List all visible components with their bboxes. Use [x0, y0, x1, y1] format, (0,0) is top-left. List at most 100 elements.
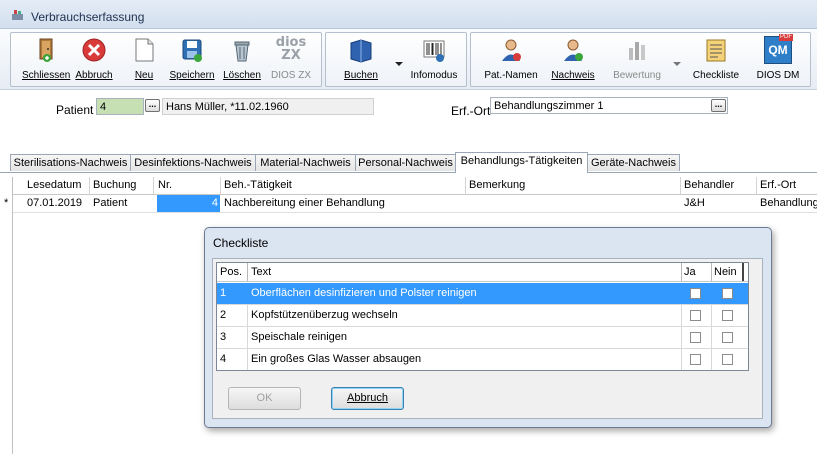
patient-name-field: Hans Müller, *11.02.1960: [162, 98, 374, 115]
dios-dm-icon: PDF QM: [764, 34, 793, 64]
checkliste-dialog: Checkliste Pos. Text Ja Nein 1 Oberfläch…: [204, 227, 772, 428]
bewertung-dropdown-arrow-icon[interactable]: [673, 62, 681, 66]
new-row-marker: *: [4, 197, 9, 209]
cell-lesedatum[interactable]: 07.01.2019: [27, 197, 82, 209]
row-pos: 4: [220, 353, 227, 365]
tab-material-nachweis[interactable]: Material-Nachweis: [255, 154, 356, 171]
tab-geraete-nachweis[interactable]: Geräte-Nachweis: [587, 154, 680, 171]
nachweis-button[interactable]: Nachweis: [548, 32, 598, 84]
erf-ort-field[interactable]: Behandlungszimmer 1: [490, 97, 728, 114]
abbruch-button-label: Abbruch: [347, 392, 388, 404]
tab-sterilisations-nachweis[interactable]: Sterilisations-Nachweis: [10, 154, 131, 171]
cell-buchung[interactable]: Patient: [93, 197, 127, 209]
ja-checkbox[interactable]: [690, 310, 701, 321]
nein-checkbox[interactable]: [722, 354, 733, 365]
col-nr[interactable]: Nr.: [158, 179, 172, 191]
nein-checkbox[interactable]: [722, 332, 733, 343]
dios-dm-button[interactable]: PDF QM DIOS DM: [752, 32, 804, 84]
bewertung-label: Bewertung: [613, 70, 661, 81]
col-separator: [465, 177, 466, 194]
patient-lookup-button[interactable]: ...: [145, 99, 160, 112]
row-text: Ein großes Glas Wasser absaugen: [251, 353, 422, 365]
nachweis-label: Nachweis: [551, 70, 595, 81]
erf-ort-label: Erf.-Ort: [451, 104, 491, 118]
ok-button[interactable]: OK: [228, 387, 301, 410]
patient-id-field[interactable]: 4: [96, 98, 144, 115]
col-separator: [153, 177, 154, 194]
col-separator: [681, 263, 682, 281]
exit-door-icon: [39, 38, 53, 62]
checklist-row[interactable]: 4 Ein großes Glas Wasser absaugen: [217, 349, 748, 370]
col-behandler[interactable]: Behandler: [684, 179, 734, 191]
col-text[interactable]: Text: [251, 266, 271, 278]
col-pos[interactable]: Pos.: [220, 266, 242, 278]
infomodus-button[interactable]: Infomodus: [408, 32, 460, 84]
checklist-header: Pos. Text Ja Nein: [217, 263, 748, 282]
cell-beh-taetigkeit[interactable]: Nachbereitung einer Behandlung: [224, 197, 385, 209]
proof-user-icon: [564, 39, 583, 61]
col-separator: [681, 327, 682, 348]
dios-zx-button[interactable]: dios ZX DIOS ZX: [266, 32, 316, 84]
rating-chart-icon: [629, 42, 645, 60]
dialog-body: Pos. Text Ja Nein 1 Oberflächen desinfiz…: [212, 258, 763, 419]
abbruch-button[interactable]: Abbruch: [331, 387, 404, 410]
neu-label: Neu: [134, 70, 154, 81]
checklist-table: Pos. Text Ja Nein 1 Oberflächen desinfiz…: [216, 262, 749, 371]
col-separator: [711, 349, 712, 370]
col-buchung[interactable]: Buchung: [93, 179, 136, 191]
schliessen-button[interactable]: Schliessen: [22, 32, 70, 84]
save-disk-icon: [182, 39, 202, 62]
erf-ort-lookup-button[interactable]: ...: [711, 99, 726, 112]
cell-erf-ort[interactable]: Behandlung: [760, 197, 817, 209]
ja-checkbox[interactable]: [690, 332, 701, 343]
toolbar: Schliessen Abbruch Neu Speichern Löschen…: [0, 29, 817, 90]
nein-checkbox[interactable]: [722, 288, 733, 299]
loeschen-label: Löschen: [223, 70, 261, 81]
ja-checkbox[interactable]: [690, 354, 701, 365]
row-pos: 1: [220, 287, 227, 299]
buchen-label: Buchen: [344, 70, 378, 81]
app-icon: [12, 10, 23, 20]
col-nein[interactable]: Nein: [714, 266, 737, 278]
qm-logo-text: QM: [768, 43, 788, 57]
cell-nr[interactable]: 4: [157, 197, 218, 209]
tab-desinfektions-nachweis[interactable]: Desinfektions-Nachweis: [130, 154, 256, 171]
col-bemerkung[interactable]: Bemerkung: [469, 179, 525, 191]
abbruch-toolbar-label: Abbruch: [75, 70, 113, 81]
col-separator: [247, 349, 248, 370]
tab-behandlungs-taetigkeiten[interactable]: Behandlungs-Tätigkeiten: [455, 152, 588, 173]
book-icon: [350, 39, 372, 63]
col-erf-ort[interactable]: Erf.-Ort: [760, 179, 796, 191]
col-separator: [681, 305, 682, 326]
title-bar: Verbrauchserfassung: [0, 0, 817, 29]
grid-header: Lesedatum Buchung Nr. Beh.-Tätigkeit Bem…: [13, 177, 817, 195]
loeschen-button[interactable]: Löschen: [220, 32, 264, 84]
infomodus-label: Infomodus: [410, 70, 458, 81]
buchen-button[interactable]: Buchen: [336, 32, 386, 84]
checkliste-button[interactable]: Checkliste: [692, 32, 740, 84]
window-title: Verbrauchserfassung: [31, 10, 145, 24]
nein-checkbox[interactable]: [722, 310, 733, 321]
pat-namen-button[interactable]: Pat.-Namen: [484, 32, 538, 84]
col-separator: [247, 327, 248, 348]
table-row[interactable]: 07.01.2019 Patient 4 Nachbereitung einer…: [13, 195, 817, 213]
checklist-row[interactable]: 3 Speischale reinigen: [217, 327, 748, 349]
tab-strip: Sterilisations-Nachweis Desinfektions-Na…: [0, 152, 817, 173]
col-lesedatum[interactable]: Lesedatum: [27, 179, 81, 191]
speichern-label: Speichern: [169, 70, 215, 81]
neu-button[interactable]: Neu: [124, 32, 164, 84]
abbruch-toolbar-button[interactable]: Abbruch: [72, 32, 116, 84]
ja-checkbox[interactable]: [690, 288, 701, 299]
checklist-row[interactable]: 2 Kopfstützenüberzug wechseln: [217, 305, 748, 327]
col-separator: [247, 263, 248, 281]
buchen-dropdown-arrow-icon[interactable]: [395, 62, 403, 66]
col-separator: [742, 263, 744, 281]
tab-personal-nachweis[interactable]: Personal-Nachweis: [355, 154, 456, 171]
cell-behandler[interactable]: J&H: [684, 197, 705, 209]
checkliste-label: Checkliste: [692, 70, 740, 81]
checklist-row[interactable]: 1 Oberflächen desinfizieren und Polster …: [217, 283, 748, 305]
col-ja[interactable]: Ja: [684, 266, 696, 278]
bewertung-button[interactable]: Bewertung: [610, 32, 664, 84]
speichern-button[interactable]: Speichern: [168, 32, 216, 84]
col-beh-taetigkeit[interactable]: Beh.-Tätigkeit: [224, 179, 292, 191]
